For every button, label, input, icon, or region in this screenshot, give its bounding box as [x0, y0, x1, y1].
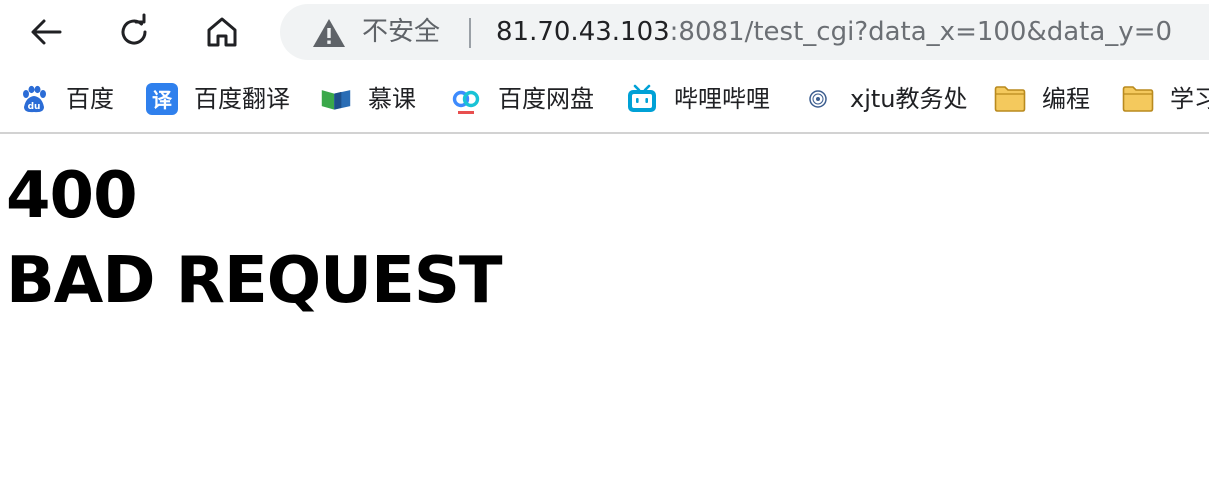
- bookmark-label: 百度网盘: [498, 85, 594, 113]
- bookmark-mooc[interactable]: 慕课: [320, 82, 416, 116]
- baidu-netdisk-icon: [450, 83, 482, 115]
- bookmark-baidu-netdisk[interactable]: 百度网盘: [450, 82, 594, 116]
- baidu-paw-icon: du: [18, 83, 50, 115]
- security-status-text[interactable]: 不安全: [362, 16, 440, 48]
- bookmark-folder-programming[interactable]: 编程: [994, 82, 1090, 116]
- bookmarks-bar: du 百度 译 百度翻译 慕课 百度网盘 哔哩哔哩 xjtu教务处 编程 学习: [0, 66, 1209, 134]
- url-path: :8081/test_cgi?data_x=100&data_y=0: [669, 17, 1173, 47]
- folder-icon: [1122, 83, 1154, 115]
- url-text[interactable]: 81.70.43.103:8081/test_cgi?data_x=100&da…: [496, 16, 1172, 48]
- bookmark-label: 慕课: [368, 85, 416, 113]
- home-icon: [207, 17, 237, 47]
- bookmark-bilibili[interactable]: 哔哩哔哩: [626, 82, 770, 116]
- back-button[interactable]: [24, 12, 68, 52]
- xjtu-seal-icon: [802, 83, 834, 115]
- address-bar[interactable]: 不安全 81.70.43.103:8081/test_cgi?data_x=10…: [280, 4, 1209, 60]
- address-separator: [469, 18, 471, 48]
- error-code: 400: [6, 159, 138, 233]
- arrow-left-icon: [31, 19, 62, 45]
- url-host: 81.70.43.103: [496, 17, 670, 47]
- baidu-translate-icon: 译: [146, 83, 178, 115]
- bookmark-xjtu[interactable]: xjtu教务处: [802, 82, 968, 116]
- bookmark-label: 哔哩哔哩: [674, 85, 770, 113]
- bookmark-label: 百度: [66, 85, 114, 113]
- warning-triangle-icon[interactable]: [312, 18, 346, 48]
- svg-text:du: du: [28, 102, 41, 112]
- reload-button[interactable]: [112, 12, 156, 52]
- reload-icon: [121, 13, 147, 45]
- bookmark-label: 百度翻译: [194, 85, 290, 113]
- bookmark-folder-study[interactable]: 学习: [1122, 82, 1209, 116]
- browser-toolbar: 不安全 81.70.43.103:8081/test_cgi?data_x=10…: [0, 0, 1209, 66]
- bilibili-icon: [626, 83, 658, 115]
- mooc-icon: [320, 83, 352, 115]
- home-button[interactable]: [200, 12, 244, 52]
- folder-icon: [994, 83, 1026, 115]
- bookmark-label: 学习: [1170, 85, 1209, 113]
- bookmark-baidu[interactable]: du 百度: [18, 82, 114, 116]
- bookmark-label: xjtu教务处: [850, 85, 968, 113]
- bookmark-baidu-translate[interactable]: 译 百度翻译: [146, 82, 290, 116]
- svg-text:译: 译: [152, 88, 173, 112]
- error-title: BAD REQUEST: [6, 244, 503, 318]
- bookmark-label: 编程: [1042, 85, 1090, 113]
